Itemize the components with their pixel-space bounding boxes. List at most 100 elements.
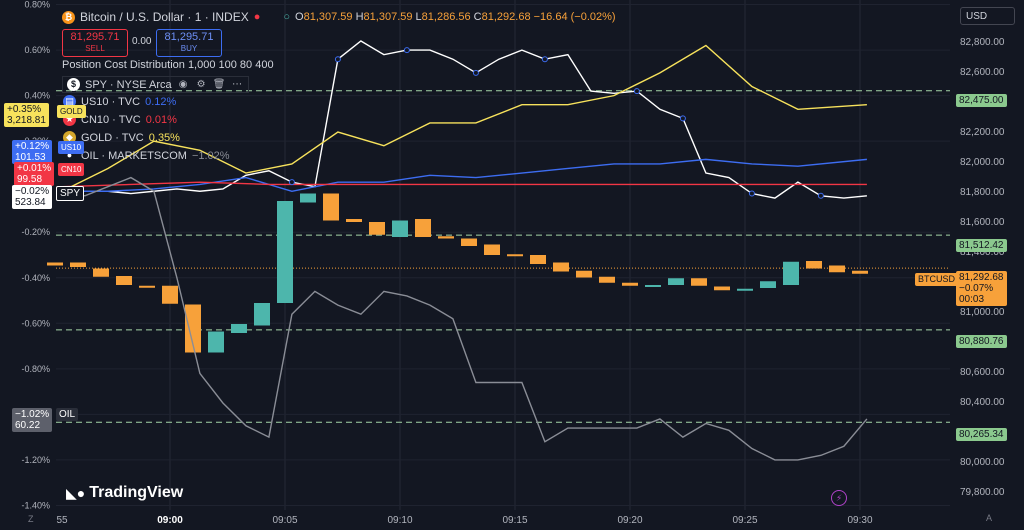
candle [208, 331, 224, 353]
right-tick-label: 81,800.00 [960, 187, 1005, 198]
candle [231, 324, 247, 333]
legend-value: 0.01% [145, 113, 177, 126]
candle [369, 222, 385, 235]
legend-row-spy[interactable]: $ SPY · NYSE Arca ◉ ⚙ 🗑 ⋯ [62, 76, 249, 93]
ohlc-readout: O81,307.59 H81,307.59 L81,286.56 C81,292… [295, 11, 616, 23]
spy-marker [472, 69, 479, 76]
candle [438, 236, 454, 239]
legend-symbol: GOLD · TVC [81, 131, 144, 144]
candle [346, 219, 362, 222]
legend-symbol: US10 · TVC [81, 95, 141, 108]
legend-value: −1.02% [191, 149, 230, 162]
spy-marker [817, 192, 824, 199]
right-tick-label: 82,600.00 [960, 67, 1005, 78]
us10-tag: US10 [58, 141, 85, 154]
eye-icon[interactable]: ◉ [177, 78, 190, 91]
currency-select[interactable]: USD [960, 7, 1015, 25]
candle [47, 262, 63, 266]
candle [254, 303, 270, 326]
candle [691, 278, 707, 286]
cn10-tag: CN10 [58, 163, 85, 176]
legend-value: 0.12% [145, 95, 177, 108]
candle [622, 282, 638, 286]
spy-marker [334, 56, 341, 63]
spy-marker [403, 47, 410, 54]
right-tick-label: 82,800.00 [960, 37, 1005, 48]
right-tick-label: 81,000.00 [960, 307, 1005, 318]
right-tick-label: 80,400.00 [960, 397, 1005, 408]
time-tick-label: 09:05 [272, 515, 297, 526]
spy-icon: $ [67, 78, 80, 91]
level-badge-1: 82,475.00 [956, 94, 1007, 107]
time-tick-label: 09:10 [387, 515, 412, 526]
spy-marker [288, 179, 295, 186]
oil-left-badge: −1.02% 60.22 [12, 408, 53, 432]
level-badge-3: 80,880.76 [956, 335, 1007, 348]
right-tick-label: 80,600.00 [960, 367, 1005, 378]
legend-row-oil[interactable]: ● OIL · MARKETSCOM −1.02% [63, 149, 230, 162]
candle [576, 270, 592, 278]
market-status-icon[interactable]: ● [254, 11, 261, 23]
candle [300, 193, 316, 203]
candle [599, 276, 615, 283]
left-tick-label: -0.20% [21, 227, 50, 237]
timezone-icon[interactable]: Z [28, 514, 34, 524]
candle [323, 193, 339, 221]
legend-symbol: CN10 · TVC [81, 113, 141, 126]
left-tick-label: -0.60% [21, 318, 50, 328]
gear-icon[interactable]: ⚙ [195, 78, 208, 91]
spy-marker [679, 115, 686, 122]
candle [852, 270, 868, 274]
right-tick-label: 81,600.00 [960, 217, 1005, 228]
time-tick-label: 55 [56, 515, 68, 526]
spread-value: 0.00 [132, 36, 152, 47]
legend-value: 0.35% [148, 131, 180, 144]
candle [530, 255, 546, 264]
level-badge-4: 80,265.34 [956, 428, 1007, 441]
candle [116, 276, 132, 285]
right-tick-label: 82,200.00 [960, 127, 1005, 138]
candle [277, 201, 293, 303]
time-tick-label: 09:00 [157, 515, 183, 526]
candle [806, 261, 822, 269]
right-tick-label: 80,000.00 [960, 457, 1005, 468]
left-tick-label: -1.20% [21, 455, 50, 465]
left-tick-label: 0.40% [24, 91, 50, 101]
btc-price-badge: 81,292.68 −0.07% 00:03 [956, 271, 1007, 306]
time-tick-label: 09:25 [732, 515, 757, 526]
candle [783, 261, 799, 285]
time-tick-label: 09:20 [617, 515, 642, 526]
us10-left-badge: +0.12% 101.53 [12, 140, 53, 164]
candle [668, 278, 684, 285]
spy-marker [541, 56, 548, 63]
candle [484, 244, 500, 255]
right-tick-label: 82,000.00 [960, 157, 1005, 168]
candle [737, 288, 753, 291]
left-tick-label: -0.80% [21, 364, 50, 374]
candle [507, 254, 523, 257]
oil-tag: OIL [56, 408, 79, 421]
candle [70, 262, 86, 267]
candle [714, 286, 730, 291]
left-tick-label: 0.60% [24, 45, 50, 55]
cn10-left-badge: +0.01% 99.58 [14, 162, 55, 186]
left-tick-label: 0.80% [24, 0, 50, 10]
time-tick-label: 09:30 [847, 515, 872, 526]
level-badge-2: 81,512.42 [956, 239, 1007, 252]
buy-button[interactable]: 81,295.71 BUY [156, 29, 222, 57]
more-icon[interactable]: ⋯ [231, 78, 244, 91]
gold-left-badge: +0.35% 3,218.81 [4, 103, 49, 127]
spy-tag: SPY [56, 186, 85, 201]
legend-symbol: SPY · NYSE Arca [85, 78, 172, 91]
candle [415, 219, 431, 237]
symbol-header[interactable]: ₿ Bitcoin / U.S. Dollar · 1 · INDEX ● ○ … [62, 10, 616, 24]
flash-icon[interactable]: ⚡ [831, 490, 847, 506]
symbol-title: Bitcoin / U.S. Dollar · 1 · INDEX [80, 10, 249, 24]
sell-button[interactable]: 81,295.71 SELL [62, 29, 128, 57]
position-cost-label[interactable]: Position Cost Distribution 1,000 100 80 … [62, 59, 274, 71]
auto-scale-icon[interactable]: A [986, 513, 992, 523]
candle [645, 285, 661, 287]
trash-icon[interactable]: 🗑 [213, 78, 226, 91]
spy-left-badge: −0.02% 523.84 [12, 185, 53, 209]
candle [829, 265, 845, 273]
